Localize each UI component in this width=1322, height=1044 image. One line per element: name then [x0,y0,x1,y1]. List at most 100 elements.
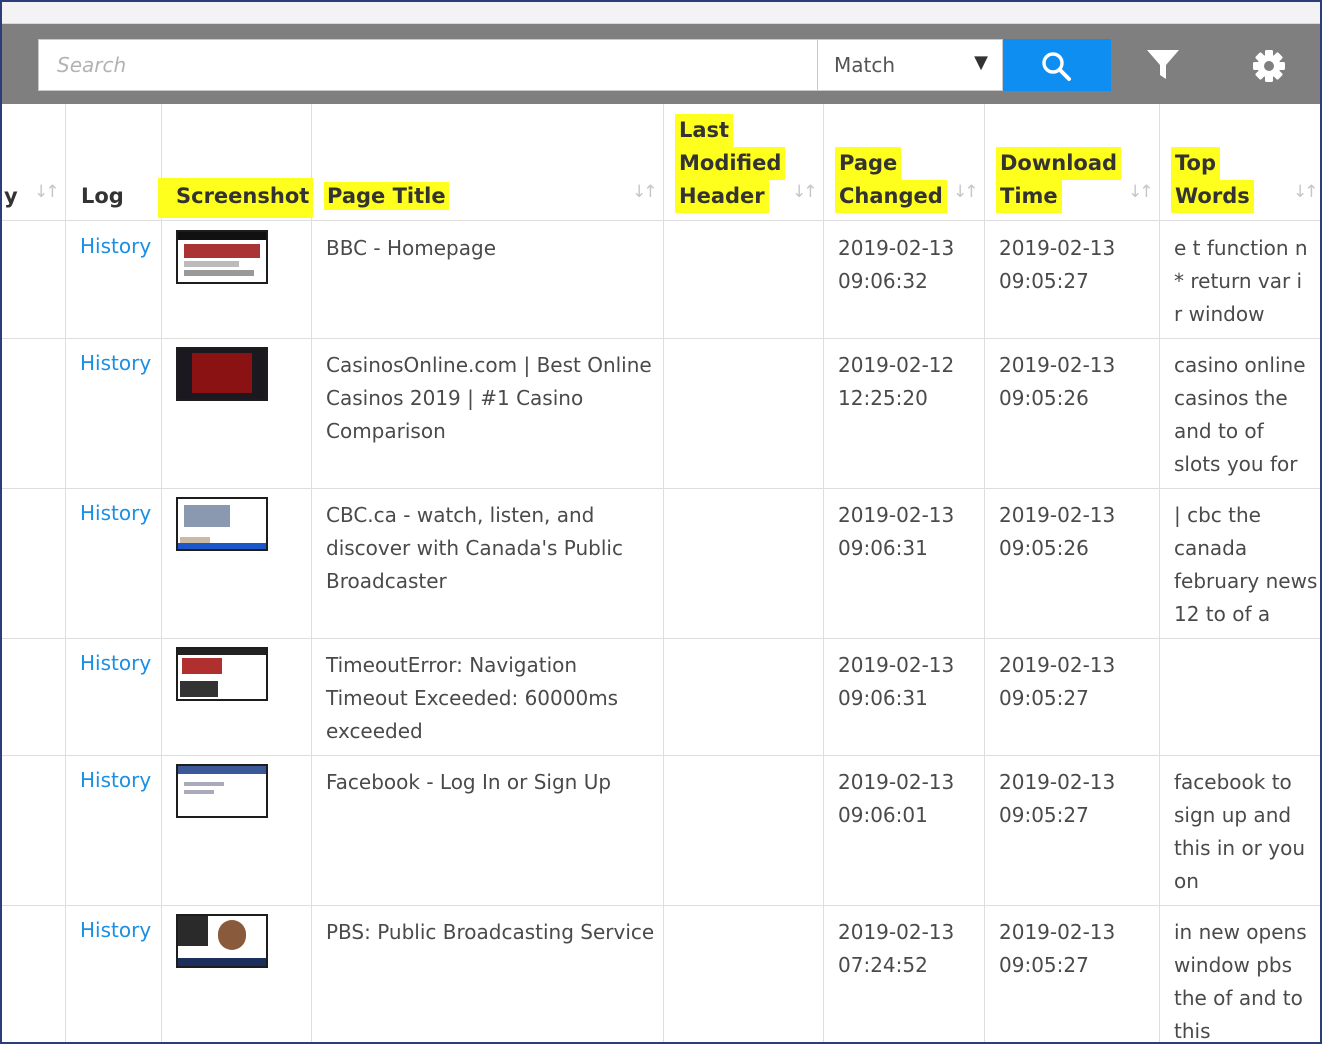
top-words-cell: casino online casinos the and to of slot… [1174,349,1306,481]
date-line: 2019-02-13 [999,236,1116,260]
search-input[interactable] [39,40,818,90]
header-page-changed[interactable]: Page Changed [835,147,947,213]
top-words-cell: in new opens window pbs the of and to th… [1174,916,1307,1042]
page-title-line: Comparison [326,419,446,443]
app-window: Match ▼ [0,0,1322,1044]
history-link[interactable]: History [80,768,151,792]
sort-icon[interactable]: ↓↑ [1128,182,1153,202]
sort-icon[interactable]: ↓↑ [632,182,657,202]
sort-icon[interactable]: ↓↑ [792,182,817,202]
header-label: y [4,184,18,208]
sort-icon[interactable]: ↓↑ [1293,182,1318,202]
top-words-line: r window [1174,302,1265,326]
page-title-line: Casinos 2019 | #1 Casino [326,386,584,410]
search-box[interactable] [38,39,818,91]
date-line: 2019-02-13 [999,503,1116,527]
filter-icon[interactable] [1145,48,1181,82]
page-changed-cell: 2019-02-13 09:06:31 [838,499,954,565]
screenshot-thumbnail[interactable] [176,764,268,818]
row-divider [2,220,1320,221]
sort-icon[interactable]: ↓↑ [953,182,978,202]
history-link[interactable]: History [80,918,151,942]
time-line: 09:06:32 [838,269,928,293]
header-label: Words [1171,180,1254,213]
date-line: 2019-02-12 [838,353,955,377]
history-link[interactable]: History [80,234,151,258]
header-top-words[interactable]: Top Words [1171,147,1254,213]
time-line: 09:06:01 [838,803,928,827]
header-partial-column[interactable]: y [4,180,18,213]
top-words-line: canada [1174,536,1248,560]
page-changed-cell: 2019-02-13 07:24:52 [838,916,954,982]
page-changed-cell: 2019-02-13 09:06:32 [838,232,954,298]
top-words-cell: facebook to sign up and this in or you o… [1174,766,1305,898]
column-divider [311,104,312,1042]
page-title-line: Timeout Exceeded: 60000ms [326,686,619,710]
column-divider [663,104,664,1042]
top-words-line: slots you for [1174,452,1298,476]
top-words-line: facebook to [1174,770,1292,794]
top-words-cell: | cbc the canada february news 12 to of … [1174,499,1317,631]
page-title-line: Broadcaster [326,569,447,593]
history-link[interactable]: History [80,351,151,375]
top-words-line: the of and to [1174,986,1303,1010]
time-line: 09:05:27 [999,803,1089,827]
top-words-line: february news [1174,569,1318,593]
top-words-line: 12 to of a [1174,602,1271,626]
download-time-cell: 2019-02-13 09:05:26 [999,349,1115,415]
download-time-cell: 2019-02-13 09:05:27 [999,232,1115,298]
history-link[interactable]: History [80,501,151,525]
screenshot-thumbnail[interactable] [176,647,268,701]
page-title-line: discover with Canada's Public [326,536,623,560]
header-label: Last [675,114,734,147]
page-title-cell: CasinosOnline.com | Best Online Casinos … [326,349,652,448]
header-last-modified[interactable]: Last Modified Header [675,114,786,213]
page-changed-cell: 2019-02-12 12:25:20 [838,349,954,415]
screenshot-thumbnail[interactable] [176,497,268,551]
row-divider [2,638,1320,639]
time-line: 09:05:27 [999,953,1089,977]
page-title-line: exceeded [326,719,423,743]
search-button[interactable] [1003,39,1111,91]
row-divider [2,755,1320,756]
header-page-title[interactable]: Page Title [324,180,449,213]
row-divider [2,488,1320,489]
page-title-line: Facebook - Log In or Sign Up [326,770,612,794]
top-words-line: sign up and [1174,803,1292,827]
time-line: 07:24:52 [838,953,928,977]
header-log: Log [81,180,124,213]
page-title-line: PBS: Public Broadcasting Service [326,920,655,944]
screenshot-thumbnail[interactable] [176,914,268,968]
top-words-line: * return var i [1174,269,1303,293]
screenshot-thumbnail[interactable] [176,230,268,284]
row-divider [2,905,1320,906]
match-select[interactable]: Match ▼ [817,39,1003,91]
search-icon [1042,52,1071,81]
column-divider [65,104,66,1042]
download-time-cell: 2019-02-13 09:05:26 [999,499,1115,565]
header-screenshot: Screenshot [158,178,314,218]
time-line: 12:25:20 [838,386,928,410]
time-line: 09:05:26 [999,536,1089,560]
date-line: 2019-02-13 [838,236,955,260]
top-words-line: casino online [1174,353,1306,377]
screenshot-thumbnail[interactable] [176,347,268,401]
header-label: Time [996,180,1062,213]
header-label: Top [1171,147,1220,180]
download-time-cell: 2019-02-13 09:05:27 [999,649,1115,715]
date-line: 2019-02-13 [838,920,955,944]
history-link[interactable]: History [80,651,151,675]
download-time-cell: 2019-02-13 09:05:27 [999,916,1115,982]
page-title-line: TimeoutError: Navigation [326,653,578,677]
header-label: Changed [835,180,947,213]
time-line: 09:06:31 [838,536,928,560]
page-changed-cell: 2019-02-13 09:06:31 [838,649,954,715]
gear-icon[interactable] [1251,48,1287,84]
header-label: Page Title [324,182,449,210]
top-words-line: this in or you [1174,836,1306,860]
header-download-time[interactable]: Download Time [996,147,1122,213]
top-words-cell: e t function n * return var i r window [1174,232,1308,331]
date-line: 2019-02-13 [999,653,1116,677]
sort-icon[interactable]: ↓↑ [34,182,59,202]
page-title-cell: TimeoutError: Navigation Timeout Exceede… [326,649,618,748]
